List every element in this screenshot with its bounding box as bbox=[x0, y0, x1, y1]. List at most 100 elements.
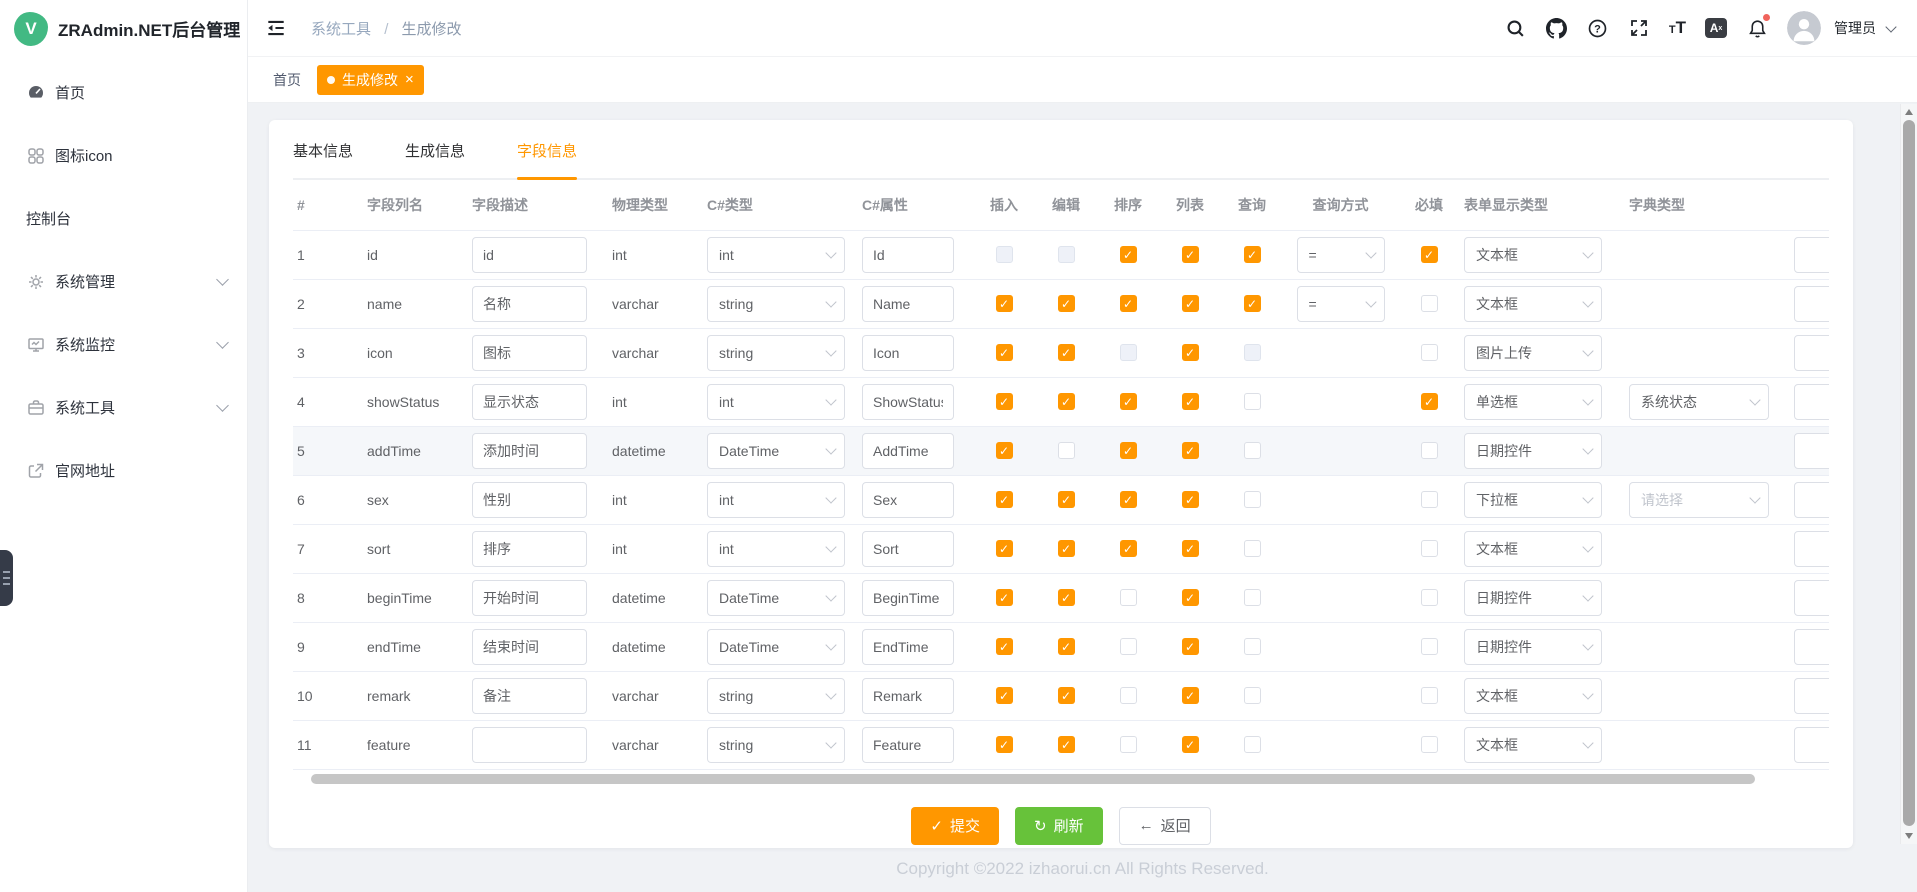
edit-checkbox[interactable] bbox=[1058, 442, 1075, 459]
dict-type-select[interactable]: 系统状态 bbox=[1629, 384, 1769, 420]
csharp-attr-input[interactable] bbox=[862, 433, 954, 469]
query-checkbox[interactable] bbox=[1244, 589, 1261, 606]
insert-checkbox[interactable]: ✓ bbox=[996, 344, 1013, 361]
edit-checkbox[interactable]: ✓ bbox=[1058, 589, 1075, 606]
horizontal-scrollbar-thumb[interactable] bbox=[311, 774, 1755, 784]
extra-input[interactable] bbox=[1794, 384, 1829, 420]
collapse-sidebar-icon[interactable] bbox=[265, 17, 287, 39]
form-type-select[interactable]: 文本框 bbox=[1464, 531, 1602, 567]
notifications-bell-icon[interactable] bbox=[1746, 17, 1768, 39]
list-checkbox[interactable]: ✓ bbox=[1182, 393, 1199, 410]
sort-checkbox[interactable] bbox=[1120, 344, 1137, 361]
csharp-type-select[interactable]: string bbox=[707, 335, 845, 371]
csharp-attr-input[interactable] bbox=[862, 384, 954, 420]
sort-checkbox[interactable]: ✓ bbox=[1120, 442, 1137, 459]
query-checkbox[interactable]: ✓ bbox=[1244, 246, 1261, 263]
csharp-attr-input[interactable] bbox=[862, 678, 954, 714]
csharp-type-select[interactable]: int bbox=[707, 531, 845, 567]
required-checkbox[interactable] bbox=[1421, 736, 1438, 753]
tag-home[interactable]: 首页 bbox=[273, 70, 301, 90]
insert-checkbox[interactable] bbox=[996, 246, 1013, 263]
sidebar-item-icons[interactable]: 图标icon bbox=[0, 124, 247, 187]
csharp-attr-input[interactable] bbox=[862, 580, 954, 616]
translate-icon[interactable]: Ax bbox=[1705, 18, 1727, 38]
form-type-select[interactable]: 日期控件 bbox=[1464, 580, 1602, 616]
form-type-select[interactable]: 文本框 bbox=[1464, 286, 1602, 322]
insert-checkbox[interactable]: ✓ bbox=[996, 491, 1013, 508]
query-checkbox[interactable] bbox=[1244, 442, 1261, 459]
csharp-attr-input[interactable] bbox=[862, 286, 954, 322]
form-type-select[interactable]: 单选框 bbox=[1464, 384, 1602, 420]
query-checkbox[interactable] bbox=[1244, 491, 1261, 508]
required-checkbox[interactable]: ✓ bbox=[1421, 393, 1438, 410]
field-desc-input[interactable] bbox=[472, 580, 587, 616]
query-checkbox[interactable] bbox=[1244, 393, 1261, 410]
query-checkbox[interactable] bbox=[1244, 344, 1261, 361]
list-checkbox[interactable]: ✓ bbox=[1182, 491, 1199, 508]
extra-input[interactable] bbox=[1794, 531, 1829, 567]
tag-active[interactable]: 生成修改 × bbox=[317, 65, 424, 95]
form-type-select[interactable]: 文本框 bbox=[1464, 237, 1602, 273]
field-desc-input[interactable] bbox=[472, 335, 587, 371]
form-type-select[interactable]: 下拉框 bbox=[1464, 482, 1602, 518]
scroll-up-arrow-icon[interactable] bbox=[1905, 109, 1913, 115]
csharp-attr-input[interactable] bbox=[862, 629, 954, 665]
edit-checkbox[interactable]: ✓ bbox=[1058, 736, 1075, 753]
csharp-attr-input[interactable] bbox=[862, 482, 954, 518]
form-type-select[interactable]: 文本框 bbox=[1464, 727, 1602, 763]
extra-input[interactable] bbox=[1794, 286, 1829, 322]
form-type-select[interactable]: 图片上传 bbox=[1464, 335, 1602, 371]
query-checkbox[interactable] bbox=[1244, 687, 1261, 704]
back-button[interactable]: ← 返回 bbox=[1119, 807, 1211, 845]
extra-input[interactable] bbox=[1794, 433, 1829, 469]
csharp-type-select[interactable]: int bbox=[707, 384, 845, 420]
field-desc-input[interactable] bbox=[472, 727, 587, 763]
list-checkbox[interactable]: ✓ bbox=[1182, 344, 1199, 361]
search-icon[interactable] bbox=[1505, 17, 1527, 39]
fullscreen-icon[interactable] bbox=[1628, 17, 1650, 39]
username[interactable]: 管理员 bbox=[1834, 18, 1876, 38]
insert-checkbox[interactable]: ✓ bbox=[996, 589, 1013, 606]
field-desc-input[interactable] bbox=[472, 433, 587, 469]
form-type-select[interactable]: 日期控件 bbox=[1464, 433, 1602, 469]
edit-checkbox[interactable]: ✓ bbox=[1058, 393, 1075, 410]
list-checkbox[interactable]: ✓ bbox=[1182, 638, 1199, 655]
csharp-type-select[interactable]: DateTime bbox=[707, 629, 845, 665]
field-desc-input[interactable] bbox=[472, 237, 587, 273]
edit-checkbox[interactable]: ✓ bbox=[1058, 295, 1075, 312]
form-type-select[interactable]: 日期控件 bbox=[1464, 629, 1602, 665]
close-icon[interactable]: × bbox=[405, 72, 414, 87]
field-desc-input[interactable] bbox=[472, 286, 587, 322]
csharp-type-select[interactable]: DateTime bbox=[707, 580, 845, 616]
refresh-button[interactable]: ↻ 刷新 bbox=[1015, 807, 1103, 845]
extra-input[interactable] bbox=[1794, 629, 1829, 665]
insert-checkbox[interactable]: ✓ bbox=[996, 540, 1013, 557]
insert-checkbox[interactable]: ✓ bbox=[996, 393, 1013, 410]
required-checkbox[interactable] bbox=[1421, 540, 1438, 557]
vertical-scrollbar[interactable] bbox=[1900, 104, 1917, 844]
field-desc-input[interactable] bbox=[472, 482, 587, 518]
required-checkbox[interactable] bbox=[1421, 491, 1438, 508]
sort-checkbox[interactable] bbox=[1120, 638, 1137, 655]
query-checkbox[interactable] bbox=[1244, 638, 1261, 655]
list-checkbox[interactable]: ✓ bbox=[1182, 295, 1199, 312]
avatar[interactable] bbox=[1787, 11, 1821, 45]
csharp-attr-input[interactable] bbox=[862, 727, 954, 763]
chevron-down-icon[interactable] bbox=[1885, 21, 1896, 32]
sidebar-item-system-management[interactable]: 系统管理 bbox=[0, 250, 247, 313]
dict-type-select[interactable]: 请选择 bbox=[1629, 482, 1769, 518]
extra-input[interactable] bbox=[1794, 580, 1829, 616]
sort-checkbox[interactable]: ✓ bbox=[1120, 491, 1137, 508]
required-checkbox[interactable] bbox=[1421, 687, 1438, 704]
csharp-type-select[interactable]: string bbox=[707, 678, 845, 714]
required-checkbox[interactable] bbox=[1421, 344, 1438, 361]
form-type-select[interactable]: 文本框 bbox=[1464, 678, 1602, 714]
edit-checkbox[interactable]: ✓ bbox=[1058, 491, 1075, 508]
csharp-type-select[interactable]: int bbox=[707, 482, 845, 518]
query-checkbox[interactable] bbox=[1244, 540, 1261, 557]
insert-checkbox[interactable]: ✓ bbox=[996, 638, 1013, 655]
extra-input[interactable] bbox=[1794, 727, 1829, 763]
list-checkbox[interactable]: ✓ bbox=[1182, 736, 1199, 753]
sort-checkbox[interactable]: ✓ bbox=[1120, 246, 1137, 263]
sidebar-item-console[interactable]: 控制台 bbox=[0, 187, 247, 250]
